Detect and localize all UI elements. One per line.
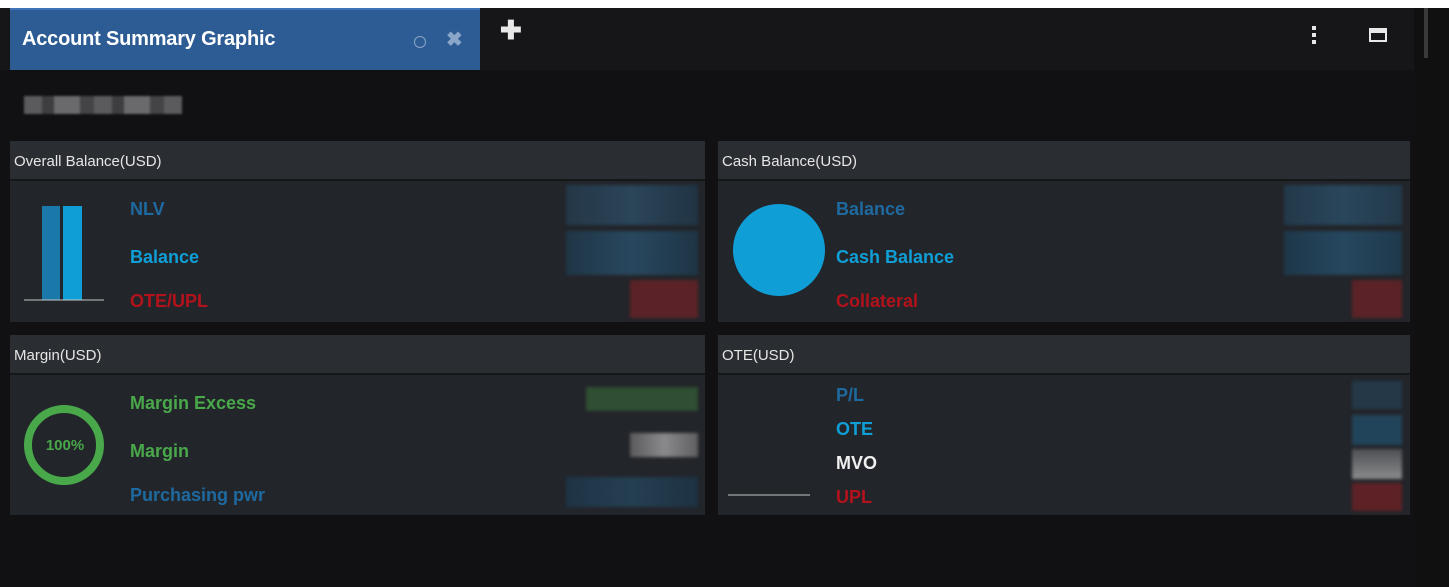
panel-header: Cash Balance(USD) (718, 141, 1410, 181)
ote-panel: OTE(USD) P/L OTE MVO UPL (718, 335, 1410, 515)
label-margin: Margin (130, 441, 190, 461)
value-nlv-redacted (566, 185, 698, 225)
label-nlv: NLV (130, 199, 165, 219)
tab-title: Account Summary Graphic (22, 28, 276, 50)
label-balance: Balance (130, 247, 200, 267)
label-ote: OTE (836, 419, 874, 439)
label-purchasing-pwr: Purchasing pwr (130, 485, 266, 505)
panel-header: OTE(USD) (718, 335, 1410, 375)
value-ote-upl-redacted (630, 280, 698, 318)
tab-account-summary-graphic[interactable]: Account Summary Graphic ✖ (10, 8, 480, 70)
label-upl: UPL (836, 487, 872, 507)
label-ote-upl: OTE/UPL (130, 291, 209, 311)
value-balance-redacted (1284, 185, 1402, 225)
right-edge-panel (1414, 8, 1449, 587)
ote-chart (728, 494, 810, 496)
content-area: Overall Balance(USD) NLV Balance OTE/UPL… (0, 70, 1414, 587)
label-cash-balance: Cash Balance (836, 247, 955, 267)
cash-balance-pie-chart (733, 204, 825, 296)
overall-balance-panel: Overall Balance(USD) NLV Balance OTE/UPL (10, 141, 705, 322)
value-cash-balance-redacted (1284, 231, 1402, 275)
circle-icon[interactable] (414, 36, 426, 48)
panel-title: OTE(USD) (722, 347, 795, 364)
value-purchasing-pwr-redacted (566, 477, 698, 507)
bar-nlv (42, 206, 60, 300)
margin-panel: Margin(USD) 100% Margin Excess Margin Pu… (10, 335, 705, 515)
overall-balance-bar-chart (24, 206, 104, 301)
value-margin-redacted (630, 433, 698, 457)
panel-title: Cash Balance(USD) (722, 153, 858, 170)
value-margin-excess-redacted (586, 387, 698, 411)
value-pl-redacted (1352, 381, 1402, 409)
gauge-label: 100% (45, 437, 85, 454)
cash-balance-panel: Cash Balance(USD) Balance Cash Balance C… (718, 141, 1410, 322)
value-collateral-redacted (1352, 280, 1402, 318)
account-id-redacted (24, 96, 182, 114)
label-mvo: MVO (836, 453, 878, 473)
value-mvo-redacted (1352, 449, 1402, 479)
panel-header: Margin(USD) (10, 335, 705, 375)
value-upl-redacted (1352, 483, 1402, 511)
panel-header: Overall Balance(USD) (10, 141, 705, 181)
label-collateral: Collateral (836, 291, 919, 311)
pie-cash-balance (733, 204, 825, 296)
label-margin-excess: Margin Excess (130, 393, 257, 413)
panel-title: Overall Balance(USD) (14, 153, 162, 170)
window-top-edge (0, 0, 1449, 8)
plus-icon[interactable]: ✚ (500, 17, 522, 43)
value-ote-redacted (1352, 415, 1402, 445)
kebab-icon[interactable] (1312, 26, 1316, 44)
maximize-icon[interactable] (1369, 28, 1387, 42)
edge-mark (1424, 8, 1428, 58)
value-balance-redacted (566, 231, 698, 275)
panel-title: Margin(USD) (14, 347, 102, 364)
bar-balance (63, 206, 82, 300)
close-icon[interactable]: ✖ (446, 28, 463, 52)
label-pl: P/L (836, 385, 865, 405)
label-balance: Balance (836, 199, 906, 219)
